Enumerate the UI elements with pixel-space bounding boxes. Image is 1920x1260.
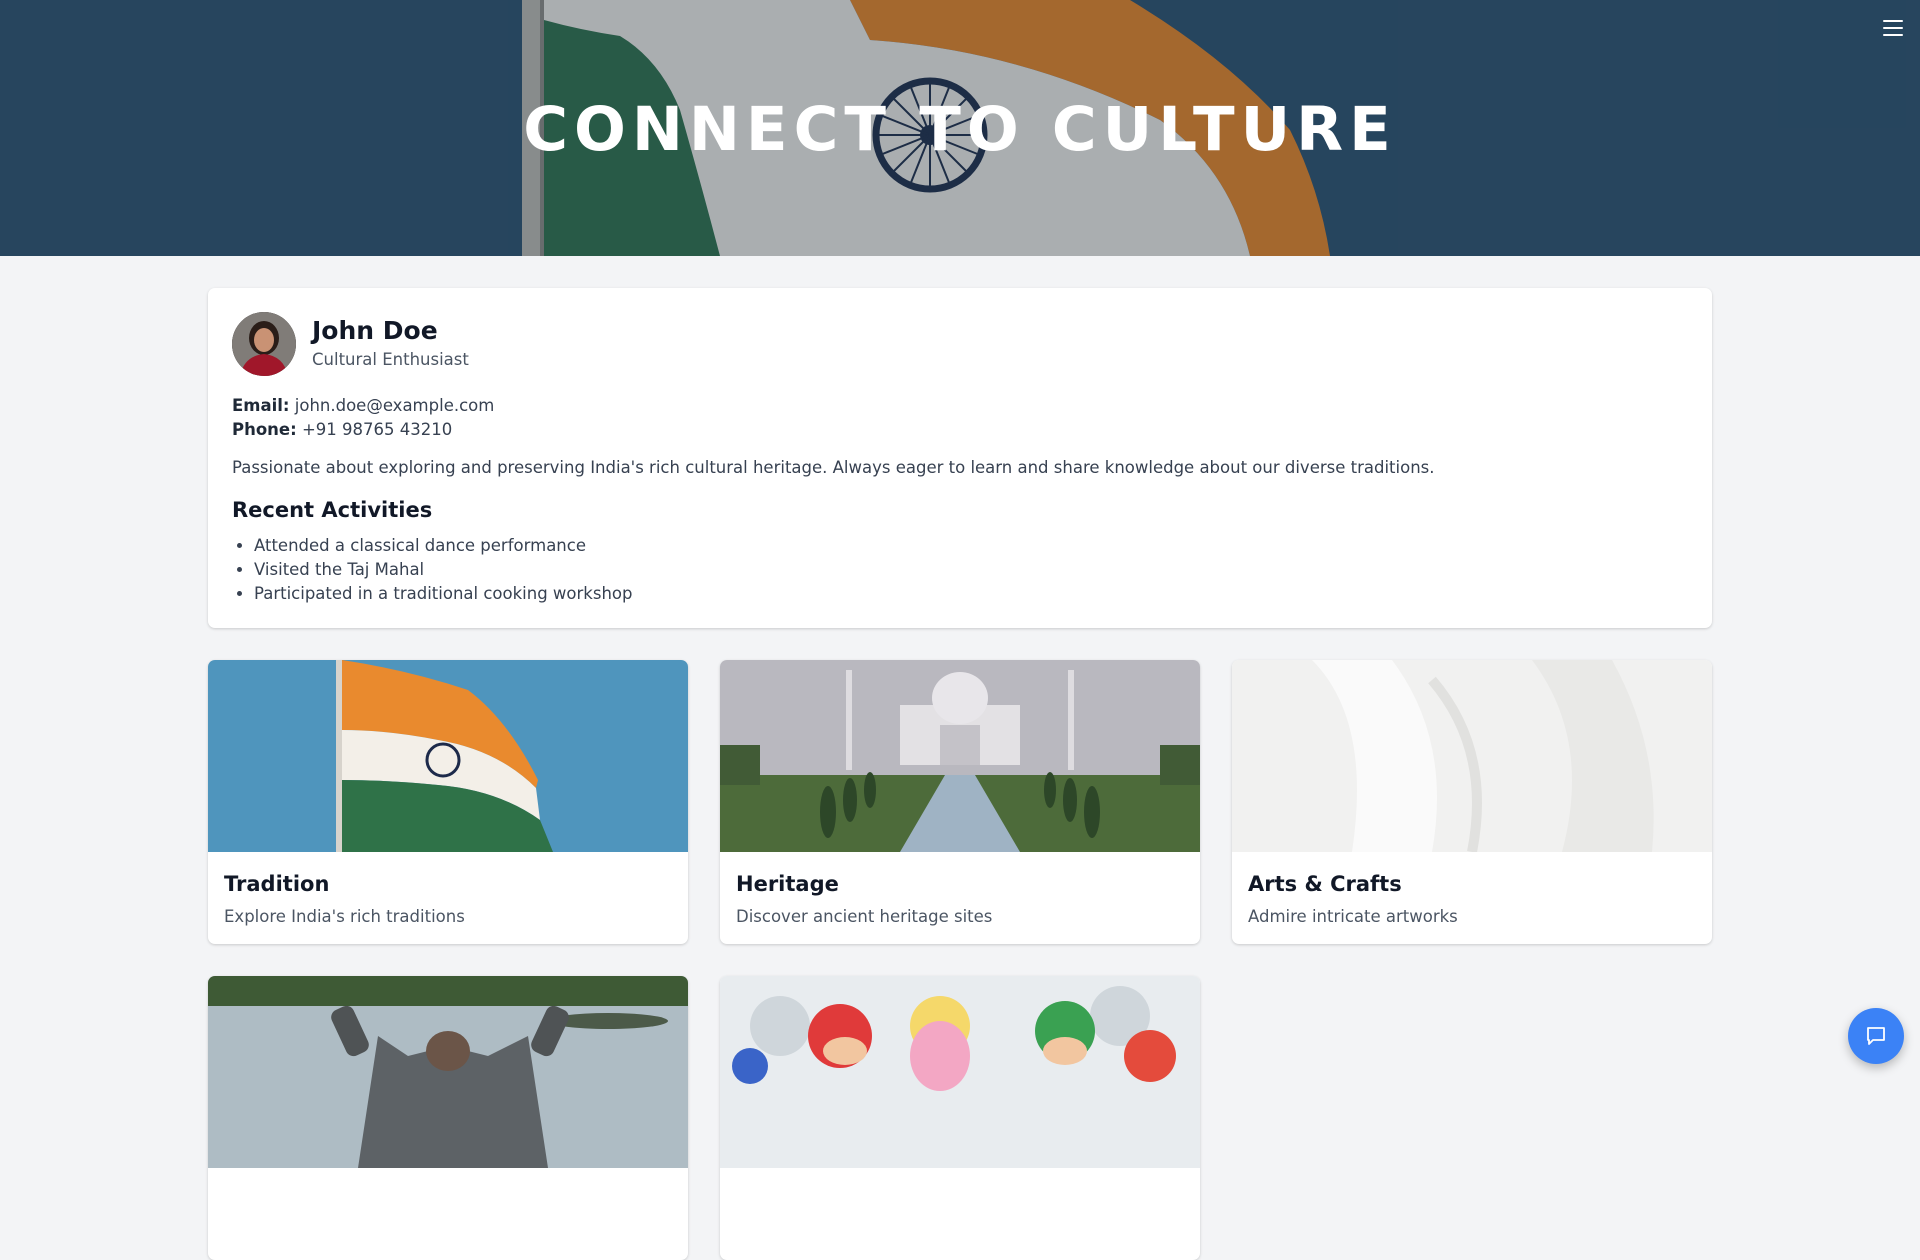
email-label: Email:: [232, 396, 290, 415]
hamburger-menu-icon: [1883, 20, 1903, 22]
card-nature[interactable]: [208, 976, 688, 1260]
phone-value[interactable]: +91 98765 43210: [302, 420, 452, 439]
chat-button[interactable]: [1848, 1008, 1904, 1064]
hamburger-menu-icon-line: [1883, 27, 1903, 29]
card-heritage[interactable]: Heritage Discover ancient heritage sites: [720, 660, 1200, 944]
card-description: Admire intricate artworks: [1248, 907, 1458, 926]
email-value[interactable]: john.doe@example.com: [295, 396, 495, 415]
avatar-image: [232, 312, 296, 376]
card-description: Explore India's rich traditions: [224, 907, 465, 926]
profile-role: Cultural Enthusiast: [312, 350, 469, 369]
list-item: Attended a classical dance performance: [254, 534, 632, 558]
avatar[interactable]: [232, 312, 296, 376]
card-arts-crafts[interactable]: Arts & Crafts Admire intricate artworks: [1232, 660, 1712, 944]
toys-image: [720, 976, 1200, 1168]
heritage-image: [720, 660, 1200, 852]
profile-card: John Doe Cultural Enthusiast Email: john…: [208, 288, 1712, 628]
card-title: Heritage: [736, 872, 839, 896]
card-tradition[interactable]: Tradition Explore India's rich tradition…: [208, 660, 688, 944]
nature-image: [208, 976, 688, 1168]
phone-label: Phone:: [232, 420, 297, 439]
phone-row: Phone: +91 98765 43210: [232, 418, 494, 442]
profile-bio: Passionate about exploring and preservin…: [232, 458, 1435, 477]
activities-title: Recent Activities: [232, 498, 433, 522]
email-row: Email: john.doe@example.com: [232, 394, 494, 418]
hamburger-menu-icon-line: [1883, 34, 1903, 36]
hero-banner: CONNECT TO CULTURE: [0, 0, 1920, 256]
list-item: Participated in a traditional cooking wo…: [254, 582, 632, 606]
activities-list: Attended a classical dance performance V…: [254, 534, 632, 606]
card-toys[interactable]: [720, 976, 1200, 1260]
profile-name: John Doe: [312, 316, 438, 345]
list-item: Visited the Taj Mahal: [254, 558, 632, 582]
contact-info: Email: john.doe@example.com Phone: +91 9…: [232, 394, 494, 442]
arts-crafts-image: [1232, 660, 1712, 852]
menu-button[interactable]: [1880, 16, 1906, 40]
tradition-image: [208, 660, 688, 852]
chat-bubble-icon: [1867, 1027, 1885, 1045]
card-title: Tradition: [224, 872, 330, 896]
card-description: Discover ancient heritage sites: [736, 907, 993, 926]
card-title: Arts & Crafts: [1248, 872, 1402, 896]
hero-title: CONNECT TO CULTURE: [523, 94, 1397, 165]
